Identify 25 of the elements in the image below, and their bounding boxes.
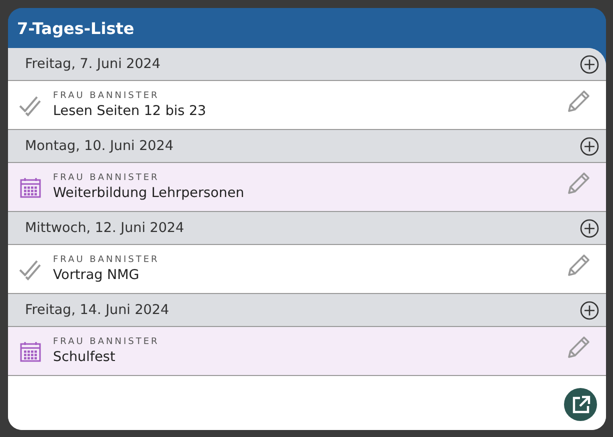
teacher-name: FRAU BANNISTER: [53, 337, 160, 347]
teacher-name: FRAU BANNISTER: [53, 91, 160, 101]
event-row[interactable]: FRAU BANNISTER Schulfest: [8, 327, 606, 376]
teacher-name: FRAU BANNISTER: [53, 255, 160, 265]
entry-title: Vortrag NMG: [53, 267, 140, 283]
entry-title: Lesen Seiten 12 bis 23: [53, 103, 208, 119]
entry-title: Weiterbildung Lehrpersonen: [53, 185, 246, 201]
day-date: Mittwoch, 12. Juni 2024: [25, 220, 184, 236]
add-icon[interactable]: [580, 300, 599, 320]
event-row[interactable]: FRAU BANNISTER Weiterbildung Lehrpersonen: [8, 163, 606, 212]
external-link-icon: [570, 394, 590, 414]
open-external-button[interactable]: [564, 388, 597, 421]
teacher-name: FRAU BANNISTER: [53, 173, 160, 183]
day-date: Freitag, 14. Juni 2024: [25, 302, 170, 318]
add-icon[interactable]: [580, 218, 599, 238]
day-date: Montag, 10. Juni 2024: [25, 138, 174, 154]
entry-title: Schulfest: [53, 349, 116, 365]
calendar-icon: [18, 176, 42, 198]
add-icon[interactable]: [580, 54, 599, 74]
panel-title: 7-Tages-Liste: [17, 18, 134, 38]
edit-icon[interactable]: [566, 252, 592, 278]
day-date: Freitag, 7. Juni 2024: [25, 56, 160, 72]
edit-icon[interactable]: [566, 88, 592, 114]
add-icon[interactable]: [580, 136, 599, 156]
calendar-icon: [18, 340, 42, 362]
